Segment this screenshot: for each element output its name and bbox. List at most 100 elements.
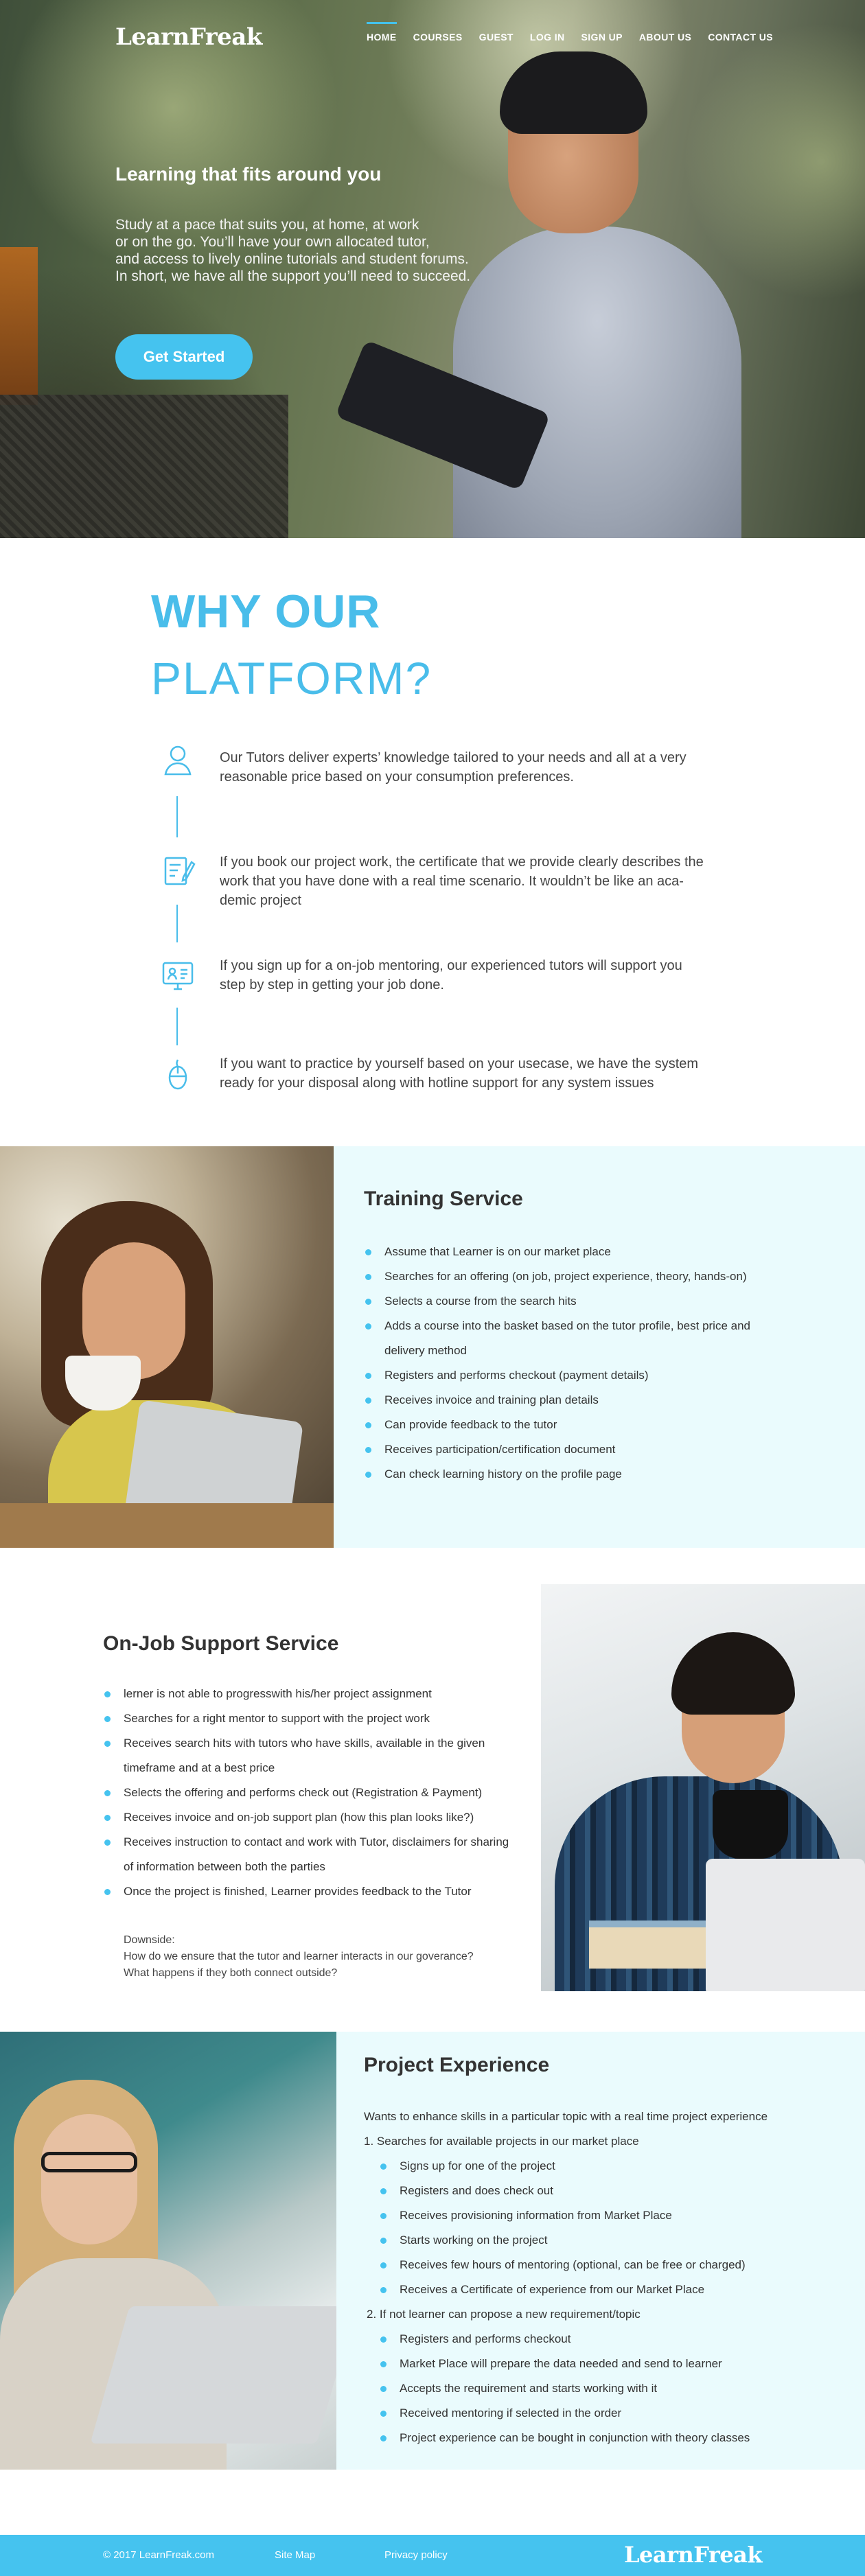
list-item: Received mentoring if selected in the or… [379, 2401, 846, 2426]
nav-contact-us[interactable]: CONTACT US [708, 32, 773, 43]
training-photo-woman-coffee [0, 1146, 334, 1548]
photo-mug [713, 1790, 788, 1859]
why-connector-line [176, 796, 178, 837]
list-item: Receives few hours of mentoring (optiona… [379, 2253, 846, 2277]
list-item: Receives search hits with tutors who hav… [103, 1731, 542, 1756]
list-item: Signs up for one of the project [379, 2154, 846, 2179]
onjob-title: On-Job Support Service [103, 1632, 339, 1655]
list-item: Receives instruction to contact and work… [103, 1830, 542, 1855]
site-footer: © 2017 LearnFreak.com Site Map Privacy p… [0, 2535, 865, 2576]
list-item: Selects a course from the search hits [364, 1289, 844, 1314]
footer-copyright: © 2017 LearnFreak.com [103, 2549, 214, 2561]
onjob-list: lerner is not able to progresswith his/h… [103, 1682, 542, 1904]
list-item: Registers and performs checkout [379, 2327, 846, 2352]
hero-line: Study at a pace that suits you, at home,… [115, 217, 419, 233]
training-title: Training Service [364, 1187, 523, 1210]
project-intro: Wants to enhance skills in a particular … [364, 2110, 768, 2123]
list-item: Registers and performs checkout (payment… [364, 1363, 844, 1388]
list-item: Receives invoice and training plan detai… [364, 1388, 844, 1413]
nav-login[interactable]: LOG IN [530, 32, 565, 43]
list-item: Accepts the requirement and starts worki… [379, 2376, 846, 2401]
hero-wicker-chair [0, 395, 288, 538]
hero-title: Learning that fits around you [115, 163, 382, 185]
why-item-1-line: Our Tutors deliver experts’ knowledge ta… [220, 750, 687, 765]
mouse-icon [160, 1057, 196, 1093]
why-item-3: If you sign up for a on-job mentoring, o… [220, 956, 762, 995]
hero-banner: LearnFreak HOME COURSES GUEST LOG IN SIG… [0, 0, 865, 538]
list-item: Assume that Learner is on our market pla… [364, 1240, 844, 1264]
onjob-downside-note: Downside: How do we ensure that the tuto… [124, 1932, 474, 1982]
why-title-line1: WHY OUR [151, 585, 381, 638]
hero-line: In short, we have all the support you’ll… [115, 268, 471, 284]
footer-sitemap-link[interactable]: Site Map [275, 2549, 315, 2561]
hero-description: Study at a pace that suits you, at home,… [115, 216, 555, 285]
site-logo[interactable]: LearnFreak [115, 23, 262, 51]
list-item: Can provide feedback to the tutor [364, 1413, 844, 1437]
list-item: Registers and does check out [379, 2179, 846, 2203]
downside-line: Downside: [124, 1934, 175, 1946]
project-step1-list: Signs up for one of the project Register… [379, 2154, 846, 2302]
list-item-continuation: of information between both the parties [124, 1860, 325, 1873]
photo-table [0, 1503, 334, 1548]
photo-laptop [90, 2306, 336, 2444]
why-connector-line [176, 905, 178, 942]
why-item-2: If you book our project work, the certif… [220, 852, 762, 910]
onjob-photo-man-laptop [541, 1584, 865, 1991]
list-item: Receives provisioning information from M… [379, 2203, 846, 2228]
why-item-1: Our Tutors deliver experts’ knowledge ta… [220, 748, 762, 787]
why-item-4-line: If you want to practice by yourself base… [220, 1056, 699, 1071]
photo-laptop [706, 1859, 865, 1991]
list-item: Selects the offering and performs check … [103, 1780, 542, 1805]
list-item: Adds a course into the basket based on t… [364, 1314, 844, 1338]
project-step-1: 1. Searches for available projects in ou… [364, 2135, 639, 2148]
list-item: Starts working on the project [379, 2228, 846, 2253]
photo-hair [671, 1632, 795, 1715]
project-step2-list: Registers and performs checkout Market P… [379, 2327, 846, 2450]
hero-line: or on the go. You’ll have your own alloc… [115, 234, 430, 250]
list-item: Searches for an offering (on job, projec… [364, 1264, 844, 1289]
downside-line: What happens if they both connect outsid… [124, 1967, 338, 1979]
why-item-4: If you want to practice by yourself base… [220, 1054, 762, 1093]
nav-about-us[interactable]: ABOUT US [639, 32, 691, 43]
nav-home[interactable]: HOME [367, 22, 397, 43]
why-title-line2: PLATFORM? [151, 653, 432, 704]
project-step-2: 2. If not learner can propose a new requ… [367, 2308, 641, 2321]
user-icon [160, 743, 196, 778]
list-item: Once the project is finished, Learner pr… [103, 1879, 542, 1904]
list-item: Can check learning history on the profil… [364, 1462, 844, 1487]
photo-glasses [41, 2152, 137, 2172]
hero-drink-glass [0, 247, 38, 405]
why-item-2-line: demic project [220, 893, 301, 908]
main-nav: HOME COURSES GUEST LOG IN SIGN UP ABOUT … [367, 22, 789, 43]
list-item-continuation: timeframe and at a best price [124, 1761, 275, 1774]
nav-signup[interactable]: SIGN UP [581, 32, 623, 43]
why-item-4-line: ready for your disposal along with hotli… [220, 1076, 654, 1091]
certificate-edit-icon [160, 852, 196, 888]
project-title: Project Experience [364, 2054, 550, 2076]
footer-logo[interactable]: LearnFreak [624, 2542, 763, 2568]
nav-courses[interactable]: COURSES [413, 32, 463, 43]
hero-line: and access to lively online tutorials an… [115, 251, 469, 267]
footer-privacy-link[interactable]: Privacy policy [384, 2549, 448, 2561]
list-item-continuation: delivery method [384, 1344, 468, 1357]
list-item: Receives participation/certification doc… [364, 1437, 844, 1462]
list-item: Receives a Certificate of experience fro… [379, 2277, 846, 2302]
photo-books [589, 1921, 706, 1969]
training-list: Assume that Learner is on our market pla… [364, 1240, 844, 1487]
why-item-1-line: reasonable price based on your consumpti… [220, 769, 574, 785]
list-item: lerner is not able to progresswith his/h… [103, 1682, 542, 1706]
monitor-mentor-icon [160, 958, 196, 993]
list-item: Market Place will prepare the data neede… [379, 2352, 846, 2376]
why-item-2-line: work that you have done with a real time… [220, 874, 684, 889]
why-item-3-line: If you sign up for a on-job mentoring, o… [220, 958, 682, 973]
list-item: Project experience can be bought in conj… [379, 2426, 846, 2450]
project-photo-woman-laptop [0, 2032, 336, 2470]
list-item: Receives invoice and on-job support plan… [103, 1805, 542, 1830]
nav-guest[interactable]: GUEST [479, 32, 514, 43]
get-started-button[interactable]: Get Started [115, 334, 253, 380]
why-item-2-line: If you book our project work, the certif… [220, 855, 704, 870]
why-item-3-line: step by step in getting your job done. [220, 977, 444, 993]
list-item: Searches for a right mentor to support w… [103, 1706, 542, 1731]
downside-line: How do we ensure that the tutor and lear… [124, 1951, 474, 1962]
why-connector-line [176, 1008, 178, 1045]
